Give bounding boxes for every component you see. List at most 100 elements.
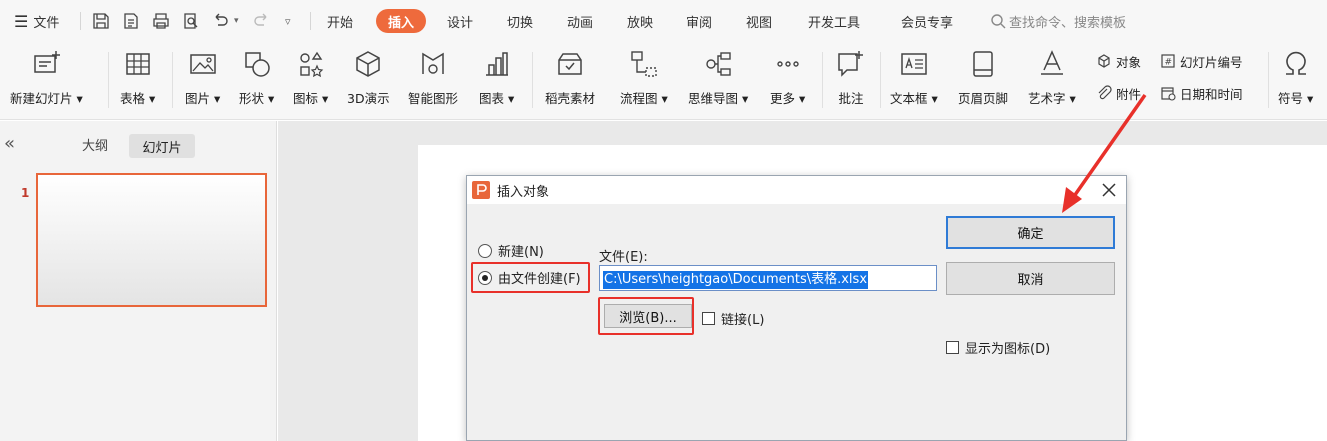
radio-circle-selected[interactable] (478, 270, 492, 285)
ribbon-toolbar: 新建幻灯片 ▾ 表格 ▾ 图片 ▾ 形状 ▾ 图标 ▾ 3D演示 智能图形 图表… (0, 42, 1327, 120)
mindmap-icon (706, 52, 731, 76)
header-footer-button[interactable]: 页眉页脚 (958, 48, 1008, 114)
slide-number-button[interactable]: # 幻灯片编号 (1160, 50, 1243, 72)
radio-create-from-file[interactable]: 由文件创建(F) (478, 268, 581, 287)
search-icon (991, 14, 1006, 29)
print-icon[interactable] (151, 11, 171, 31)
divider (822, 52, 823, 108)
calendar-clock-icon (1161, 87, 1176, 101)
insert-object-dialog: 插入对象 新建(N) 由文件创建(F) 文件(E): C:\Users\heig… (466, 175, 1127, 441)
undo-icon[interactable] (210, 11, 230, 31)
redo-icon[interactable] (252, 11, 272, 31)
tab-insert[interactable]: 插入 (376, 9, 426, 33)
radio-circle[interactable] (478, 243, 492, 258)
comment-icon (838, 51, 863, 77)
shape-icon (244, 52, 270, 77)
datetime-button[interactable]: 日期和时间 (1160, 82, 1243, 104)
tab-outline[interactable]: 大纲 (82, 135, 108, 154)
hamburger-icon: ☰ (14, 11, 29, 31)
tab-member[interactable]: 会员专享 (901, 0, 953, 42)
tab-design[interactable]: 设计 (447, 0, 473, 42)
browse-button[interactable]: 浏览(B)... (604, 304, 692, 328)
search-box[interactable]: 查找命令、搜索模板 (990, 0, 1126, 42)
tab-transition[interactable]: 切换 (507, 0, 533, 42)
divider (172, 52, 173, 108)
table-icon (125, 53, 150, 75)
more-icon (776, 61, 799, 67)
tab-developer[interactable]: 开发工具 (808, 0, 860, 42)
tab-slideshow[interactable]: 放映 (627, 0, 653, 42)
svg-text:#: # (1165, 58, 1173, 68)
slide-number: 1 (21, 186, 30, 200)
icons-gallery-icon (299, 51, 323, 78)
file-label: 文件(E): (599, 250, 648, 265)
comment-button[interactable]: 批注 (835, 48, 867, 114)
object-icon (1098, 54, 1110, 68)
picture-icon (189, 54, 216, 74)
divider (108, 52, 109, 108)
checkbox-box[interactable] (946, 341, 959, 354)
bar-chart-icon (485, 52, 508, 76)
omega-symbol-icon (1285, 51, 1306, 75)
docer-material-icon (558, 53, 582, 75)
flowchart-icon (631, 51, 657, 77)
wordart-button[interactable]: 艺术字 ▾ (1028, 48, 1076, 114)
mindmap-button[interactable]: 思维导图 ▾ (688, 48, 748, 114)
cube-icon (356, 51, 381, 77)
link-checkbox[interactable]: 链接(L) (702, 309, 764, 328)
flowchart-button[interactable]: 流程图 ▾ (620, 48, 668, 114)
file-path-input[interactable]: C:\Users\heightgao\Documents\表格.xlsx (599, 265, 937, 291)
tab-review[interactable]: 审阅 (686, 0, 712, 42)
more-button[interactable]: 更多 ▾ (770, 48, 805, 114)
shape-button[interactable]: 形状 ▾ (239, 48, 274, 114)
slide-number-icon: # (1161, 54, 1175, 68)
checkbox-box[interactable] (702, 312, 715, 325)
textbox-button[interactable]: 文本框 ▾ (890, 48, 938, 114)
file-menu[interactable]: ☰ 文件 (14, 0, 59, 42)
radio-create-new[interactable]: 新建(N) (478, 241, 544, 260)
3d-demo-button[interactable]: 3D演示 (347, 48, 390, 114)
new-slide-icon (34, 51, 61, 73)
symbol-button[interactable]: 符号 ▾ (1278, 48, 1313, 114)
paperclip-icon (1098, 85, 1112, 100)
tab-view[interactable]: 视图 (746, 0, 772, 42)
new-slide-button[interactable]: 新建幻灯片 ▾ (10, 48, 83, 114)
export-icon[interactable] (121, 11, 141, 31)
menu-bar: ☰ 文件 ▾ ▿ 开始 插入 设计 切换 动画 放映 审阅 视图 开发工具 会员… (0, 0, 1327, 42)
dialog-title: 插入对象 (497, 185, 550, 200)
header-footer-icon (973, 51, 993, 77)
slide-panel: « 大纲 幻灯片 1 (0, 121, 277, 441)
slide-thumbnail[interactable] (36, 173, 267, 307)
display-as-icon-checkbox[interactable]: 显示为图标(D) (946, 338, 1050, 357)
ok-button[interactable]: 确定 (946, 216, 1115, 249)
smart-graphic-button[interactable]: 智能图形 (408, 48, 458, 114)
tab-home[interactable]: 开始 (327, 0, 353, 42)
attachment-button[interactable]: 附件 (1096, 82, 1141, 104)
close-icon[interactable] (1099, 180, 1119, 200)
divider (310, 12, 311, 30)
collapse-panel-icon[interactable]: « (4, 133, 15, 154)
docer-material-button[interactable]: 稻壳素材 (545, 48, 595, 114)
undo-dropdown-icon[interactable]: ▾ (234, 0, 239, 42)
divider (1268, 52, 1269, 108)
cancel-button[interactable]: 取消 (946, 262, 1115, 295)
dialog-titlebar[interactable]: 插入对象 (467, 176, 1126, 204)
print-preview-icon[interactable] (181, 11, 201, 31)
wps-logo-icon (472, 181, 490, 199)
tab-slides[interactable]: 幻灯片 (129, 134, 195, 158)
divider (880, 52, 881, 108)
textbox-icon (901, 53, 927, 75)
object-button[interactable]: 对象 (1096, 50, 1141, 72)
chart-button[interactable]: 图表 ▾ (479, 48, 514, 114)
table-button[interactable]: 表格 ▾ (120, 48, 155, 114)
divider (80, 12, 81, 30)
divider (532, 52, 533, 108)
file-path-text: C:\Users\heightgao\Documents\表格.xlsx (603, 271, 869, 289)
tab-animation[interactable]: 动画 (567, 0, 593, 42)
save-icon[interactable] (91, 11, 111, 31)
customize-toolbar-icon[interactable]: ▿ (285, 0, 291, 42)
icon-button[interactable]: 图标 ▾ (293, 48, 328, 114)
wordart-icon (1040, 50, 1063, 75)
smart-graphic-icon (422, 52, 444, 74)
picture-button[interactable]: 图片 ▾ (185, 48, 220, 114)
